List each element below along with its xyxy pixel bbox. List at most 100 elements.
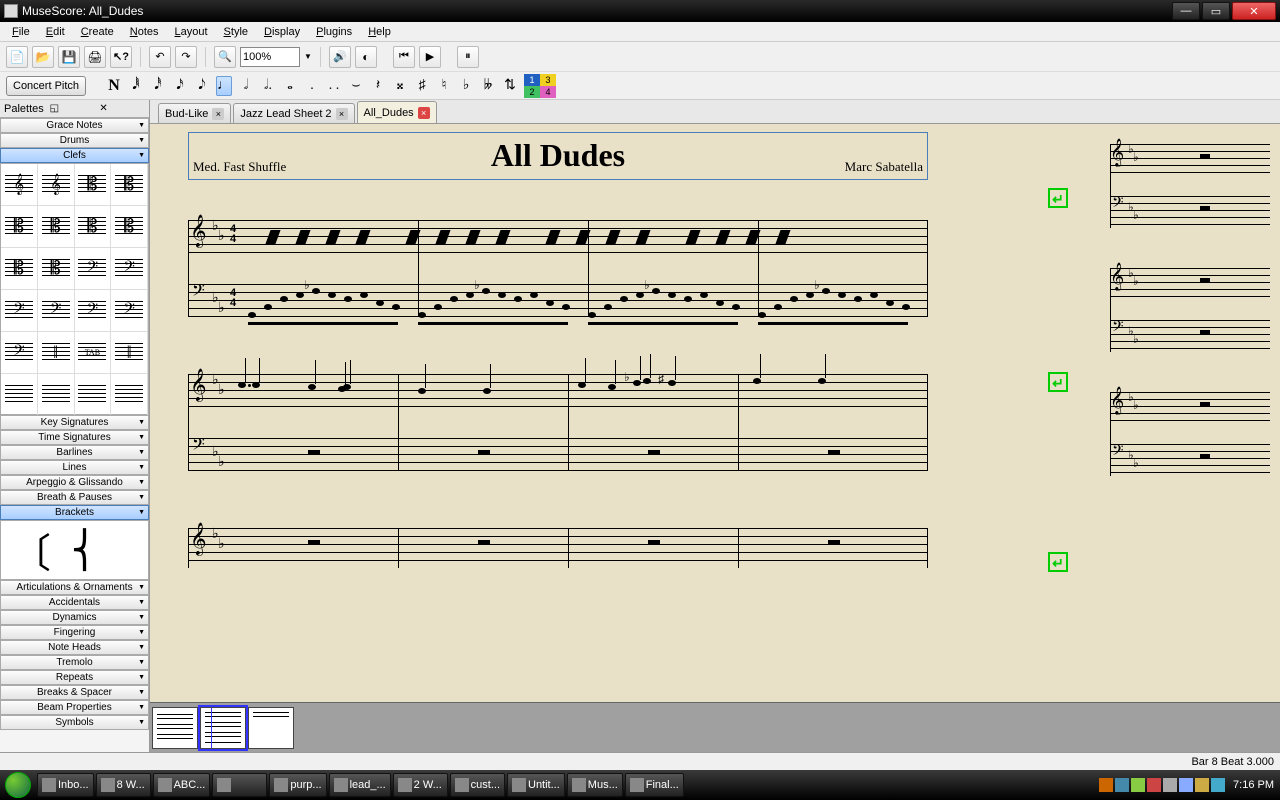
palette-row-grace-notes[interactable]: Grace Notes▼ [0,118,149,133]
menu-edit[interactable]: Edit [38,24,73,40]
treble-staff[interactable]: 𝄞 ♭ ♭ 44 [188,220,928,260]
tray-icon[interactable] [1147,778,1161,792]
doc-tab[interactable]: Jazz Lead Sheet 2× [233,103,354,123]
palette-row-accidentals[interactable]: Accidentals▼ [0,595,149,610]
palette-row-lines[interactable]: Lines▼ [0,460,149,475]
tray-icon[interactable] [1195,778,1209,792]
dur-32[interactable]: 𝅘𝅥𝅰 [150,76,166,96]
clef-cell[interactable]: 𝄡 [38,248,75,290]
palette-row-barlines[interactable]: Barlines▼ [0,445,149,460]
flip[interactable]: ⇅ [502,76,518,96]
clef-cell[interactable]: 𝄢 [75,290,112,332]
clef-cell[interactable]: 𝄡 [111,164,148,206]
start-button[interactable] [0,770,36,800]
title-frame[interactable]: Med. Fast Shuffle All Dudes Marc Sabatel… [188,132,928,180]
clef-cell[interactable] [1,374,38,416]
voice-4[interactable]: 4 [540,86,556,98]
menu-notes[interactable]: Notes [122,24,167,40]
taskbar-item[interactable]: cust... [450,773,505,797]
palette-row-key-signatures[interactable]: Key Signatures▼ [0,415,149,430]
composer-text[interactable]: Marc Sabatella [845,159,923,175]
clef-cell[interactable]: 𝄢 [111,248,148,290]
whatsthis-button[interactable]: ↖? [110,46,132,68]
clef-cell[interactable]: TAB [75,332,112,374]
bass-staff[interactable]: 𝄢 ♭ ♭ 44 ♭♭♭♭ [188,284,928,324]
clef-cell[interactable]: 𝄢 [1,332,38,374]
clef-cell[interactable]: ‖ [111,332,148,374]
sound-button[interactable] [329,46,351,68]
double-sharp[interactable]: 𝄪 [392,76,408,96]
dur-64[interactable]: 𝅘𝅥𝅱 [128,76,144,96]
menu-plugins[interactable]: Plugins [308,24,360,40]
clef-cell[interactable]: 𝄡 [75,164,112,206]
redo-button[interactable] [175,46,197,68]
taskbar-item[interactable]: Final... [625,773,684,797]
brackets-body[interactable]: 〔 ⎨ [0,520,149,580]
menu-layout[interactable]: Layout [167,24,216,40]
taskbar-item[interactable]: Mus... [567,773,623,797]
clef-cell[interactable]: 𝄢 [75,248,112,290]
dur-8[interactable]: 𝅘𝅥𝅮 [194,76,210,96]
taskbar-item[interactable]: ABC... [153,773,211,797]
flat[interactable]: ♭ [458,76,474,96]
clef-cell[interactable]: 𝄡 [1,248,38,290]
clef-cell[interactable]: 𝄡 [1,206,38,248]
tray-icon[interactable] [1163,778,1177,792]
navigator[interactable] [150,702,1280,752]
menu-create[interactable]: Create [73,24,122,40]
close-tab-icon[interactable]: × [418,107,430,119]
clef-cell[interactable] [38,374,75,416]
zoom-input[interactable] [240,47,300,67]
system-tray[interactable]: 7:16 PM [1099,778,1280,792]
nav-page-1[interactable] [152,707,198,749]
taskbar-item[interactable] [212,773,267,797]
treble-staff[interactable]: 𝄞 ♭ ♭ [188,528,928,568]
palette-row-repeats[interactable]: Repeats▼ [0,670,149,685]
system-break-icon[interactable]: ↵ [1048,372,1068,392]
print-button[interactable] [84,46,106,68]
clef-cell[interactable]: 𝄢 [38,290,75,332]
close-tab-icon[interactable]: × [212,108,224,120]
clef-cell[interactable]: 𝄡 [38,206,75,248]
loop-button[interactable] [457,46,479,68]
clef-cell[interactable]: 𝄞 [1,164,38,206]
undo-button[interactable] [149,46,171,68]
system-break-icon[interactable]: ↵ [1048,552,1068,572]
clef-cell[interactable]: 𝄢 [1,290,38,332]
bass-staff[interactable]: 𝄢 ♭ ♭ [188,438,928,478]
palette-row-breaks-spacer[interactable]: Breaks & Spacer▼ [0,685,149,700]
zoom-button[interactable] [214,46,236,68]
palette-row-symbols[interactable]: Symbols▼ [0,715,149,730]
treble-staff[interactable]: 𝄞 ♭ ♭ ♯♭ [188,374,928,414]
taskbar-item[interactable]: Untit... [507,773,565,797]
note-input-button[interactable]: N [106,76,122,96]
tray-icon[interactable] [1099,778,1113,792]
natural[interactable]: ♮ [436,76,452,96]
score-canvas[interactable]: Med. Fast Shuffle All Dudes Marc Sabatel… [150,124,1280,702]
palette-row-time-signatures[interactable]: Time Signatures▼ [0,430,149,445]
taskbar-item[interactable]: lead_... [329,773,391,797]
play-button[interactable] [419,46,441,68]
system-break-icon[interactable]: ↵ [1048,188,1068,208]
close-tab-icon[interactable]: × [336,108,348,120]
nav-page-2[interactable] [200,707,246,749]
close-button[interactable]: ✕ [1232,2,1276,20]
clef-cell[interactable]: 𝄡 [75,206,112,248]
palette-row-fingering[interactable]: Fingering▼ [0,625,149,640]
palette-row-breath-pauses[interactable]: Breath & Pauses▼ [0,490,149,505]
taskbar-item[interactable]: 8 W... [96,773,151,797]
palette-row-brackets[interactable]: Brackets▼ [0,505,149,520]
new-button[interactable] [6,46,28,68]
dot[interactable]: . [304,76,320,96]
clef-cell[interactable] [111,374,148,416]
palette-row-tremolo[interactable]: Tremolo▼ [0,655,149,670]
clef-cell[interactable]: 𝄢 [111,290,148,332]
palette-row-dynamics[interactable]: Dynamics▼ [0,610,149,625]
voice-3[interactable]: 3 [540,74,556,86]
menu-help[interactable]: Help [360,24,399,40]
voice-1[interactable]: 1 [524,74,540,86]
palette-row-drums[interactable]: Drums▼ [0,133,149,148]
taskbar-item[interactable]: purp... [269,773,326,797]
palette-float-icon[interactable]: ◱ [50,103,96,114]
tray-icon[interactable] [1179,778,1193,792]
